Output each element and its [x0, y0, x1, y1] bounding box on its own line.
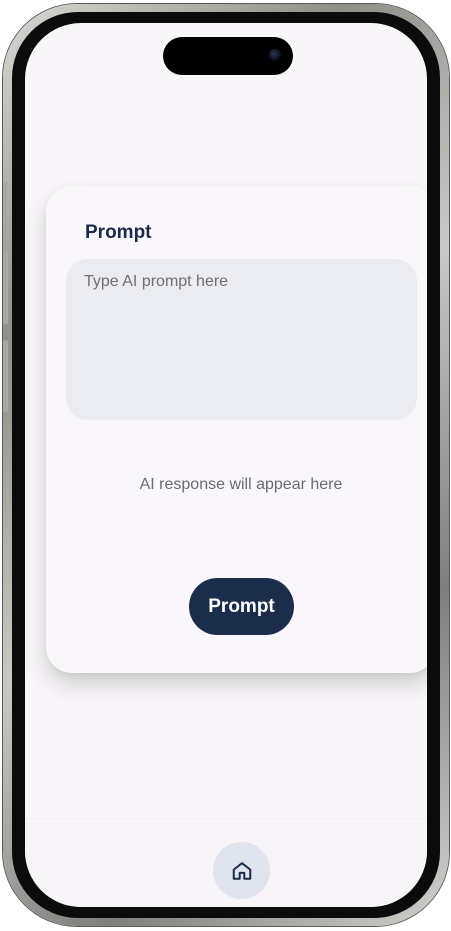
app-screen: Prompt AI response will appear here Prom…	[25, 23, 427, 907]
card-title: Prompt	[85, 222, 152, 243]
ai-response-text: AI response will appear here	[139, 476, 343, 493]
prompt-card: Prompt AI response will appear here Prom…	[46, 186, 427, 673]
bottom-nav-bar	[25, 818, 427, 907]
action-button	[3, 182, 8, 220]
volume-up-button	[3, 252, 8, 324]
dynamic-island	[163, 37, 293, 75]
prompt-input[interactable]	[66, 259, 417, 420]
home-button[interactable]	[213, 842, 270, 899]
camera-icon	[269, 49, 281, 61]
phone-frame: Prompt AI response will appear here Prom…	[3, 4, 449, 926]
prompt-button[interactable]: Prompt	[189, 578, 294, 635]
home-icon	[232, 861, 251, 880]
volume-down-button	[3, 340, 8, 412]
phone-bezel: Prompt AI response will appear here Prom…	[12, 12, 440, 918]
